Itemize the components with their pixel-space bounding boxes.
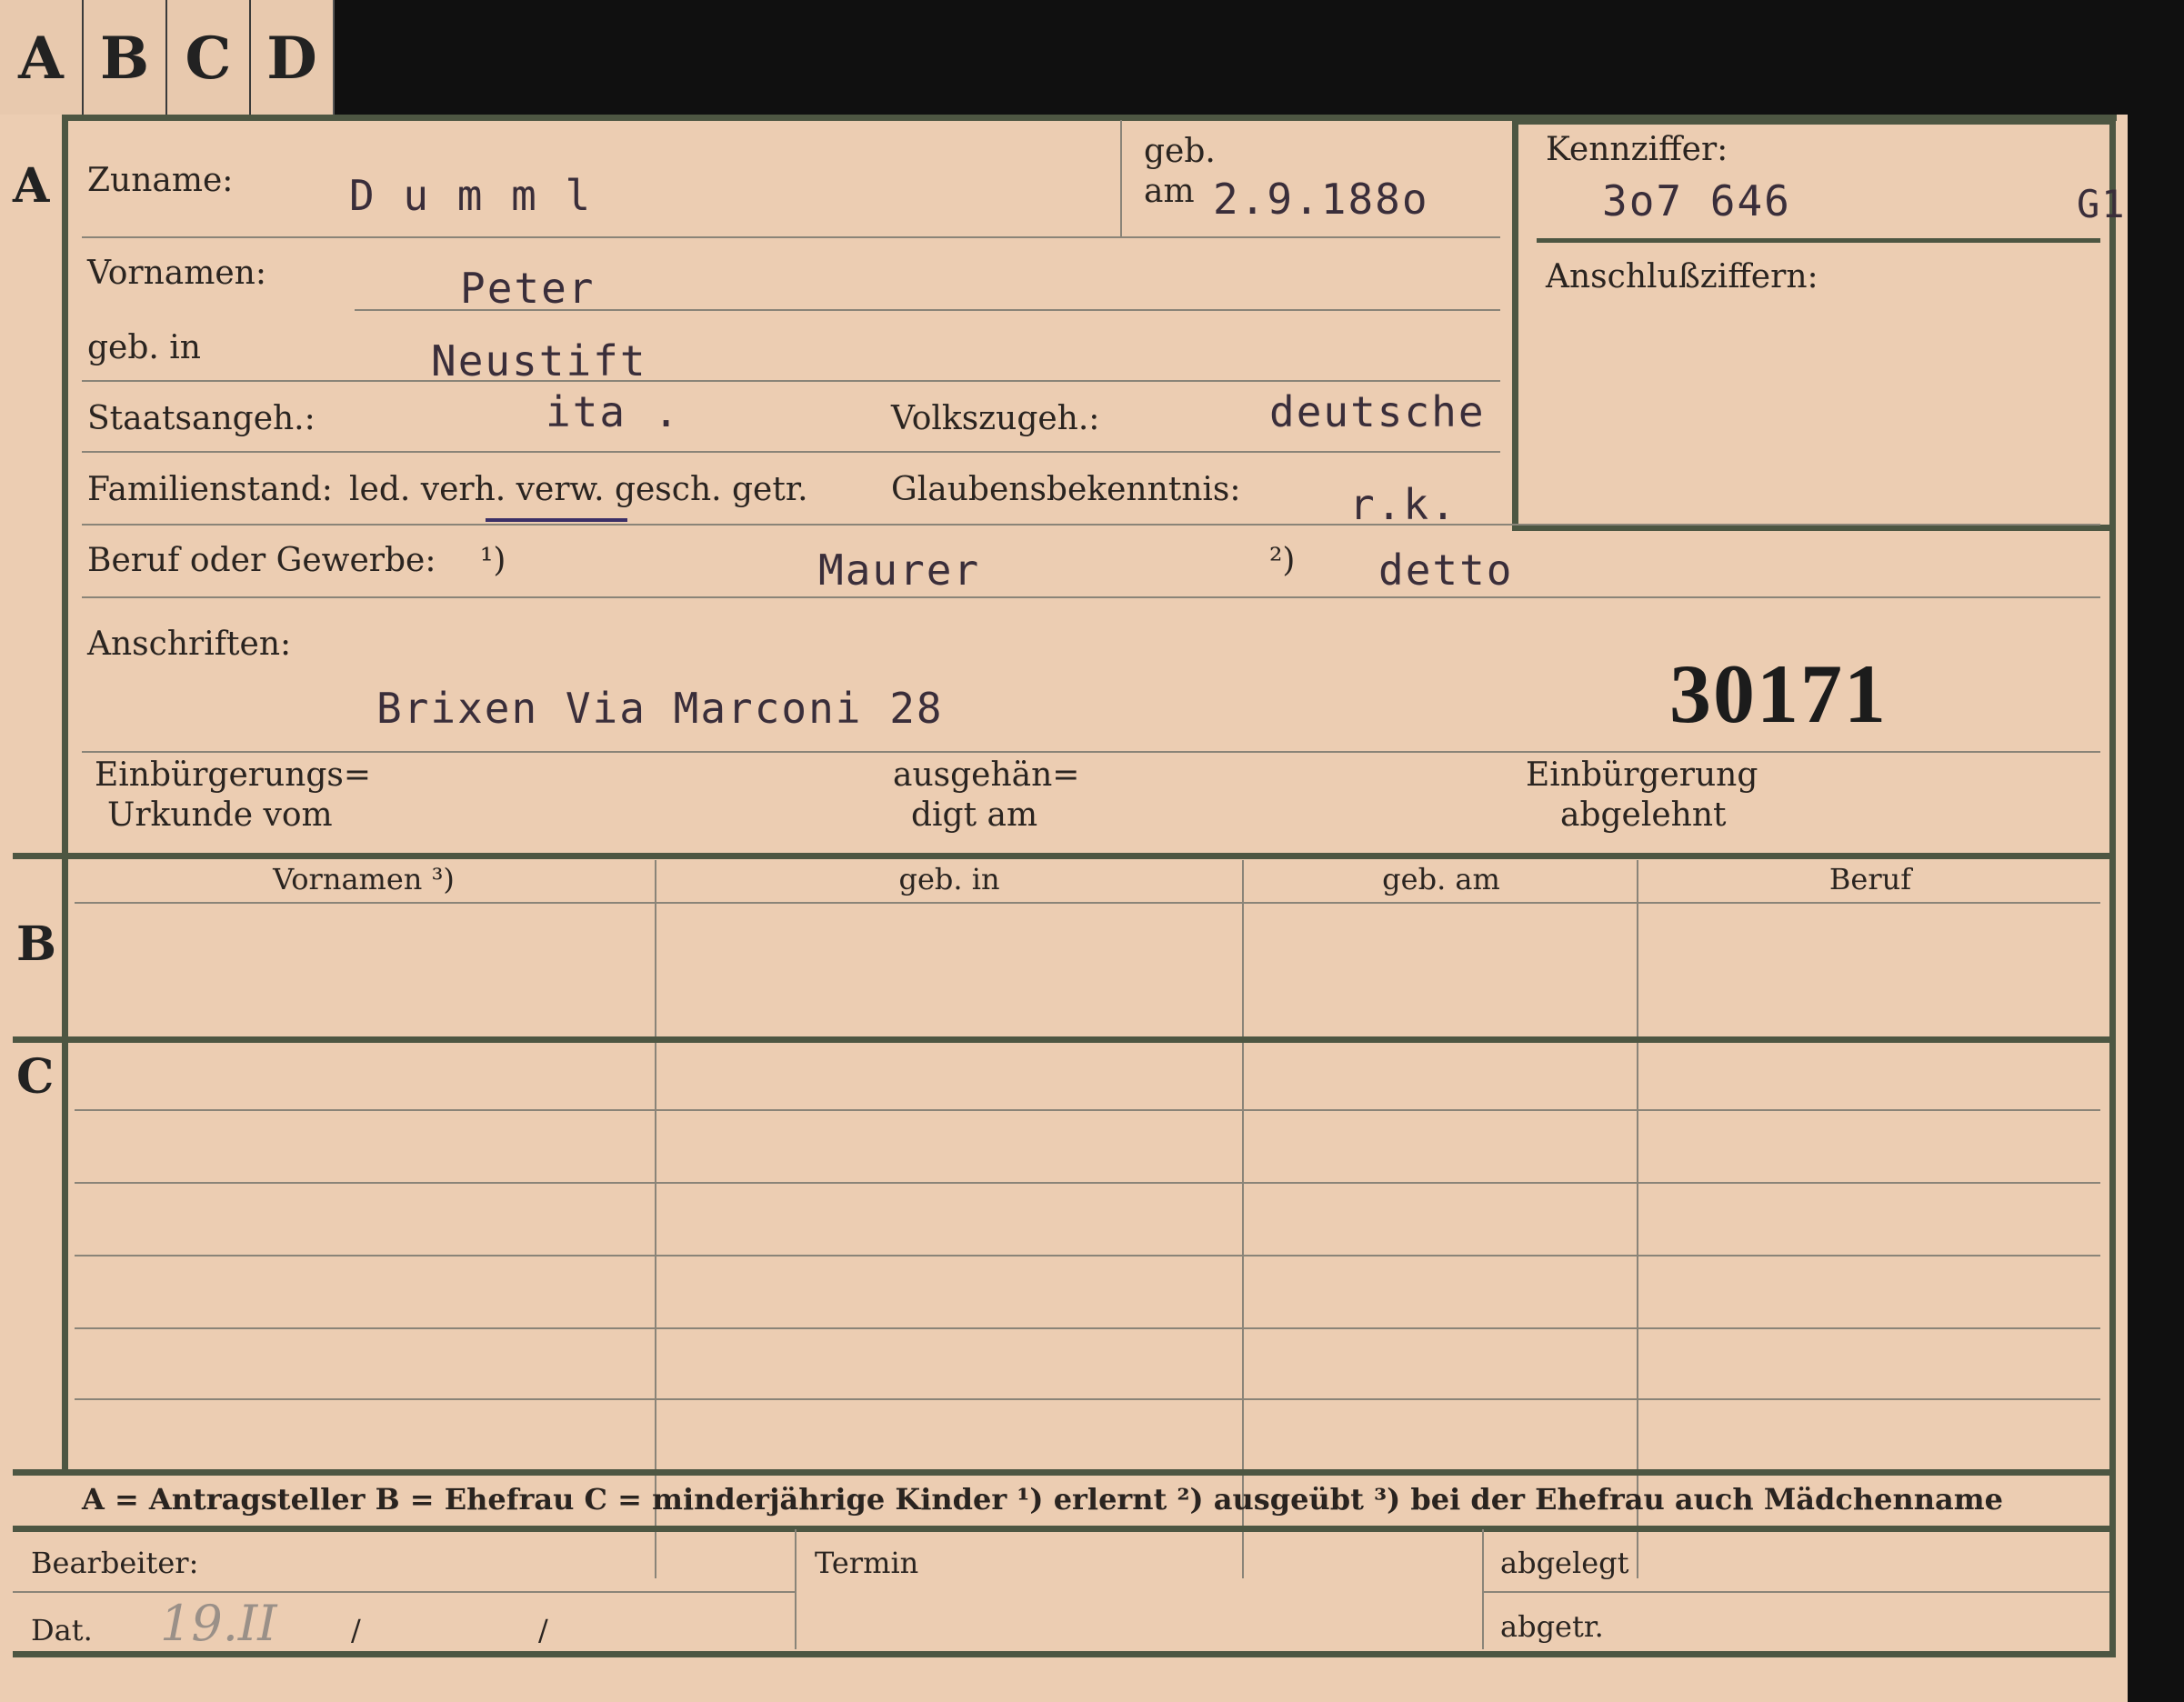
col-header-firstnames: Vornamen ³)	[273, 862, 455, 896]
table-row-rule	[75, 1109, 2100, 1111]
citizenship-value: ita .	[546, 387, 681, 436]
stamp-number: 30171	[1669, 647, 1888, 740]
ethnicity-value: deutsche	[1269, 387, 1486, 436]
birthplace-value: Neustift	[431, 336, 647, 385]
header-rule	[75, 902, 2100, 904]
col-header-occupation: Beruf	[1828, 862, 1912, 896]
surname-label: Zuname:	[87, 162, 234, 199]
occupation-note-2: ²)	[1269, 542, 1296, 579]
section-b-marker: B	[16, 916, 56, 972]
ethnicity-label: Volkszugeh.:	[891, 400, 1100, 437]
date-handwritten: 19.II	[160, 1595, 277, 1652]
date-label: Dat.	[31, 1613, 93, 1647]
rule	[355, 309, 1500, 311]
firstnames-value: Peter	[460, 264, 596, 313]
rule	[82, 451, 1500, 453]
tab-c: C	[167, 0, 251, 116]
address-value: Brixen Via Marconi 28	[376, 684, 944, 733]
filed-label: abgelegt	[1500, 1546, 1629, 1580]
born-divider	[1120, 120, 1122, 236]
rule	[82, 380, 1500, 382]
table-row-rule	[75, 1255, 2100, 1256]
col-header-birthplace: geb. in	[898, 862, 1000, 896]
section-c-marker: C	[16, 1049, 55, 1105]
born-label-am: am	[1144, 173, 1195, 210]
rejected-label-2: abgelehnt	[1560, 796, 1727, 834]
marital-options: led. verh. verw. gesch. getr.	[349, 471, 808, 508]
deadline-label: Termin	[815, 1546, 919, 1580]
naturalization-label-2: Urkunde vom	[107, 796, 333, 834]
religion-label: Glaubensbekenntnis:	[891, 471, 1241, 508]
occupation-label: Beruf oder Gewerbe:	[87, 542, 436, 579]
left-margin-line	[62, 115, 68, 1469]
id-label: Kennziffer:	[1546, 131, 1728, 168]
divider-legend-bottom	[13, 1526, 2109, 1532]
section-a-marker: A	[13, 158, 50, 214]
link-label: Anschlußziffern:	[1546, 258, 1818, 295]
legend-text: A = Antragsteller B = Ehefrau C = minder…	[82, 1482, 2003, 1517]
tab-b: B	[84, 0, 167, 116]
registration-card: A Kennziffer: 3o7 646 G1 Anschlußziffern…	[0, 115, 2128, 1702]
occupation-learned: Maurer	[818, 546, 981, 595]
index-tabs: A B C D	[0, 0, 335, 116]
occupation-practiced: detto	[1378, 546, 1514, 595]
marital-label: Familienstand:	[87, 471, 333, 508]
handed-label-1: ausgehän=	[893, 756, 1080, 794]
tab-a: A	[0, 0, 84, 116]
rule	[1484, 1591, 2109, 1593]
marital-selected-underline	[486, 518, 627, 522]
col-header-birthdate: geb. am	[1382, 862, 1500, 896]
divider-b-c	[13, 1036, 2109, 1043]
religion-value: r.k.	[1349, 480, 1458, 529]
rule	[82, 596, 2100, 598]
date-slash-2: /	[538, 1613, 548, 1647]
id-value: 3o7 646	[1602, 176, 1791, 225]
address-label: Anschriften:	[87, 626, 292, 663]
naturalization-label-1: Einbürgerungs=	[95, 756, 372, 794]
born-date: 2.9.188o	[1213, 175, 1429, 224]
date-slash-1: /	[351, 1613, 361, 1647]
bottom-border	[13, 1651, 2116, 1657]
surname-value: D u m m l	[349, 171, 593, 220]
footer-divider	[795, 1529, 796, 1649]
occupation-note-1: ¹)	[480, 542, 506, 579]
rule	[82, 236, 1500, 238]
rejected-label-1: Einbürgerung	[1526, 756, 1758, 794]
born-label-geb: geb.	[1144, 133, 1216, 170]
table-row-rule	[75, 1182, 2100, 1184]
citizenship-label: Staatsangeh.:	[87, 400, 316, 437]
divider-legend-top	[13, 1469, 2109, 1476]
rule	[82, 751, 2100, 753]
firstnames-label: Vornamen:	[87, 255, 266, 292]
tab-d: D	[266, 24, 317, 93]
handed-label-2: digt am	[911, 796, 1038, 834]
rule	[13, 1591, 795, 1593]
birthplace-label: geb. in	[87, 329, 201, 366]
removed-label: abgetr.	[1500, 1609, 1604, 1644]
table-row-rule	[75, 1327, 2100, 1329]
id-box-divider	[1537, 238, 2100, 243]
id-suffix: G1	[2077, 182, 2127, 226]
footer-divider	[1482, 1529, 1484, 1649]
rule	[82, 524, 2100, 526]
processor-label: Bearbeiter:	[31, 1546, 199, 1580]
table-row-rule	[75, 1398, 2100, 1400]
divider-a-b	[13, 853, 2109, 859]
